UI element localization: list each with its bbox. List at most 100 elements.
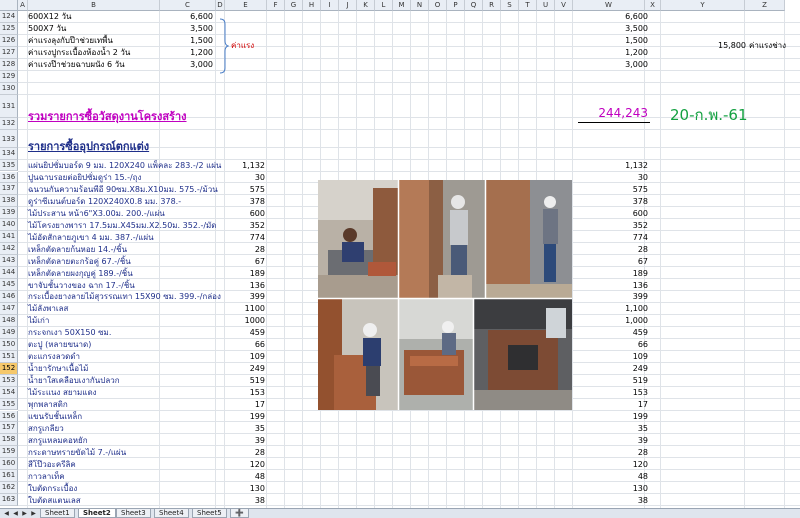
- cell-b-136[interactable]: ปูนฉาบรอยต่อยิปซั่มดูร่า 15.-/ถุง: [28, 172, 141, 183]
- cell-w-147[interactable]: 1,100: [578, 303, 650, 314]
- cell-b-144[interactable]: เหล็กตัดลายผงกุญคู่ 189.-/ชิ้น: [28, 268, 133, 279]
- column-header-a[interactable]: A: [18, 0, 28, 11]
- next-sheet-nav-icon[interactable]: ▶: [20, 509, 29, 518]
- row-header-144[interactable]: 144: [0, 267, 18, 280]
- row-header-137[interactable]: 137: [0, 183, 18, 196]
- cell-e-161[interactable]: 48: [225, 471, 267, 482]
- cell-b-141[interactable]: ไม้อัดสักลายภูเขา 4 มม. 387.-/แผ่น: [28, 232, 154, 243]
- cell-e-153[interactable]: 519: [225, 375, 267, 386]
- sheet-tab-sheet2[interactable]: Sheet2: [78, 509, 116, 518]
- cell-c-128[interactable]: 3,000: [160, 59, 216, 70]
- cell-c-124[interactable]: 6,600: [160, 11, 216, 22]
- cell-e-160[interactable]: 120: [225, 459, 267, 470]
- cell-b-154[interactable]: ไม้ระแนง สยามแดง: [28, 387, 97, 398]
- cell-w-142[interactable]: 28: [578, 244, 650, 255]
- row-header-142[interactable]: 142: [0, 243, 18, 256]
- row-header-133[interactable]: 133: [0, 129, 18, 148]
- cell-b-153[interactable]: น้ำยาใสเคลือบเงากันปลวก: [28, 375, 120, 386]
- row-header-150[interactable]: 150: [0, 338, 18, 351]
- row-header-157[interactable]: 157: [0, 422, 18, 435]
- cell-b-148[interactable]: ไม้เก่า: [28, 315, 49, 326]
- cell-e-151[interactable]: 109: [225, 351, 267, 362]
- cell-w-148[interactable]: 1,000: [578, 315, 650, 326]
- cell-c-125[interactable]: 3,500: [160, 23, 216, 34]
- spreadsheet-grid[interactable]: ABCDEFGHIJKLMNOPQRSTUVWXYZ 124 125 126 127 1…: [0, 0, 800, 508]
- row-header-162[interactable]: 162: [0, 482, 18, 495]
- cell-e-148[interactable]: 1000: [225, 315, 267, 326]
- column-header-m[interactable]: M: [393, 0, 411, 11]
- cell-c-126[interactable]: 1,500: [160, 35, 216, 46]
- insert-sheet-icon[interactable]: ➕: [230, 509, 249, 518]
- row-header-135[interactable]: 135: [0, 159, 18, 172]
- cell-b-151[interactable]: ตะแกรงลวดดำ: [28, 351, 80, 362]
- cell-w-135[interactable]: 1,132: [578, 160, 650, 171]
- cell-w-139[interactable]: 600: [578, 208, 650, 219]
- sheet-tab-sheet4[interactable]: Sheet4: [154, 509, 189, 518]
- column-header-i[interactable]: I: [321, 0, 339, 11]
- column-header-h[interactable]: H: [303, 0, 321, 11]
- cell-b-155[interactable]: พุกพลาสติก: [28, 399, 68, 410]
- cell-e-156[interactable]: 199: [225, 411, 267, 422]
- cell-w-144[interactable]: 189: [578, 268, 650, 279]
- cell-e-152[interactable]: 249: [225, 363, 267, 374]
- cell-w-140[interactable]: 352: [578, 220, 650, 231]
- sheet-tab-sheet3[interactable]: Sheet3: [116, 509, 151, 518]
- cell-b-147[interactable]: ไม้ลังพาเลส: [28, 303, 68, 314]
- column-header-c[interactable]: C: [160, 0, 216, 11]
- cell-b-138[interactable]: ดูร่าซีเมนต์บอร์ด 120X240X0.8 มม. 378.-: [28, 196, 181, 207]
- cell-e-147[interactable]: 1100: [225, 303, 267, 314]
- cell-b-158[interactable]: สกรูแหลมคอหยัก: [28, 435, 88, 446]
- row-header-139[interactable]: 139: [0, 207, 18, 220]
- cell-b-126[interactable]: ค่าแรงลุงกับป๊าช่วยเทพื้น: [28, 35, 113, 46]
- cell-b-149[interactable]: กระจกเงา 50X150 ซม.: [28, 327, 111, 338]
- column-header-b[interactable]: B: [28, 0, 160, 11]
- cell-b-159[interactable]: กระดาษทรายขัดไม้ 7.-/แผ่น: [28, 447, 126, 458]
- cell-w-162[interactable]: 130: [578, 483, 650, 494]
- row-header-160[interactable]: 160: [0, 458, 18, 471]
- row-header-156[interactable]: 156: [0, 410, 18, 423]
- cell-b-161[interactable]: กาวลาเท็ค: [28, 471, 65, 482]
- cell-e-136[interactable]: 30: [225, 172, 267, 183]
- cell-w-137[interactable]: 575: [578, 184, 650, 195]
- cell-b-137[interactable]: ฉนวนกันความร้อนพีอี 90ซม.X8ม.X10มม. 575.…: [28, 184, 218, 195]
- cell-w-156[interactable]: 199: [578, 411, 650, 422]
- cell-e-154[interactable]: 153: [225, 387, 267, 398]
- cell-c-127[interactable]: 1,200: [160, 47, 216, 58]
- cell-w-143[interactable]: 67: [578, 256, 650, 267]
- row-header-129[interactable]: 129: [0, 70, 18, 83]
- column-header-o[interactable]: O: [429, 0, 447, 11]
- row-header-126[interactable]: 126: [0, 34, 18, 47]
- cell-b-146[interactable]: กระเบื้องยางลายไม้สุวรรณเทา 15X90 ซม. 39…: [28, 291, 221, 302]
- cell-w-149[interactable]: 459: [578, 327, 650, 338]
- row-header-125[interactable]: 125: [0, 22, 18, 35]
- cell-e-157[interactable]: 35: [225, 423, 267, 434]
- cell-e-145[interactable]: 136: [225, 280, 267, 291]
- cell-b-163[interactable]: ใบตัดสแตนเลส: [28, 495, 81, 506]
- column-header-t[interactable]: T: [519, 0, 537, 11]
- row-header-130[interactable]: 130: [0, 82, 18, 95]
- cell-e-142[interactable]: 28: [225, 244, 267, 255]
- column-header-y[interactable]: Y: [661, 0, 745, 11]
- cell-e-162[interactable]: 130: [225, 483, 267, 494]
- cell-w-163[interactable]: 38: [578, 495, 650, 506]
- cell-e-143[interactable]: 67: [225, 256, 267, 267]
- cell-e-158[interactable]: 39: [225, 435, 267, 446]
- row-header-131[interactable]: 131: [0, 94, 18, 118]
- column-header-k[interactable]: K: [357, 0, 375, 11]
- row-header-163[interactable]: 163: [0, 494, 18, 507]
- cell-b-139[interactable]: ไม้ประสาน หน้า6"X3.00ม. 200.-/แผ่น: [28, 208, 165, 219]
- column-header-q[interactable]: Q: [465, 0, 483, 11]
- row-header-151[interactable]: 151: [0, 350, 18, 363]
- last-sheet-nav-icon[interactable]: ▶: [29, 509, 38, 518]
- row-header-145[interactable]: 145: [0, 279, 18, 291]
- cell-w-158[interactable]: 39: [578, 435, 650, 446]
- cell-b-124[interactable]: 600X12 วัน: [28, 11, 71, 22]
- column-header-w[interactable]: W: [573, 0, 645, 11]
- column-header-z[interactable]: Z: [745, 0, 785, 11]
- row-header-158[interactable]: 158: [0, 434, 18, 447]
- cell-w-136[interactable]: 30: [578, 172, 650, 183]
- cell-w-155[interactable]: 17: [578, 399, 650, 410]
- cell-e-146[interactable]: 399: [225, 291, 267, 302]
- row-header-152[interactable]: 152: [0, 362, 18, 375]
- cell-w-124[interactable]: 6,600: [578, 11, 650, 22]
